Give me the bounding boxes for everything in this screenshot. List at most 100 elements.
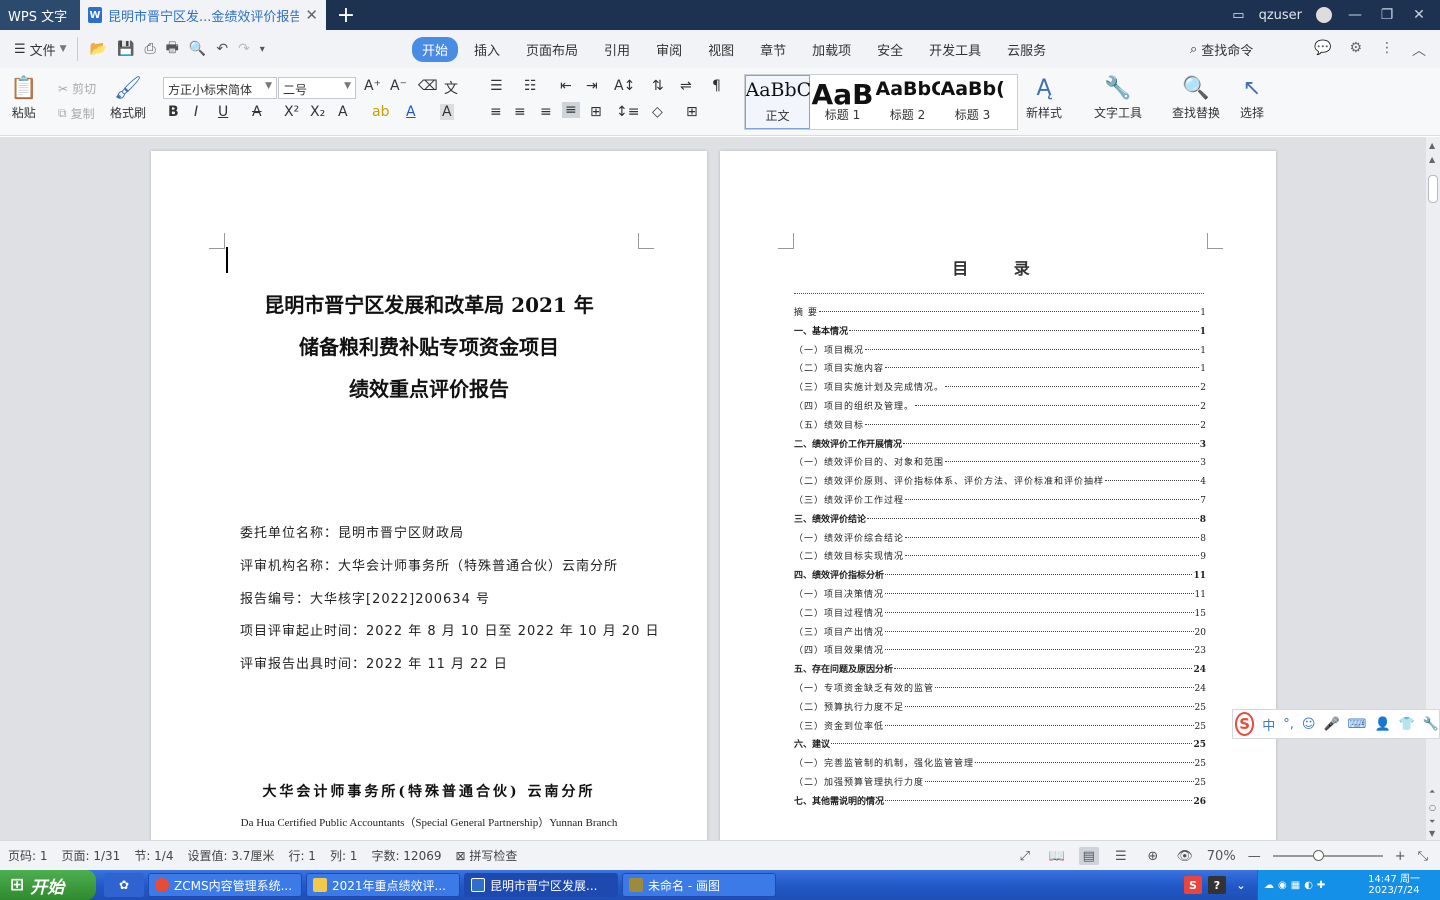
increase-font-icon[interactable]: A⁺ bbox=[364, 78, 381, 94]
tray-arrow-icon[interactable]: ⌄ bbox=[1232, 876, 1250, 894]
toc-entry[interactable]: 二、绩效评价工作开展情况 3 bbox=[794, 437, 1206, 456]
prev-page-icon[interactable]: ⏶ bbox=[1429, 787, 1435, 797]
toc-entry[interactable]: （二）绩效评价原则、评价指标体系、评价方法、评价标准和评价抽样 4 bbox=[794, 474, 1206, 493]
ime-mode[interactable]: 中 bbox=[1262, 715, 1275, 734]
font-color-icon[interactable]: A bbox=[406, 104, 416, 120]
phonetic-icon[interactable]: 文 bbox=[444, 78, 458, 98]
subscript-icon[interactable]: X₂ bbox=[310, 104, 325, 120]
toc-entry[interactable]: （三）项目产出情况 20 bbox=[794, 625, 1206, 644]
eye-protection-icon[interactable]: 👁 bbox=[1175, 847, 1195, 865]
toc-entry[interactable]: （四）项目的组织及管理。 2 bbox=[794, 399, 1206, 418]
search-command[interactable]: ⌕ 查找命令 bbox=[1190, 40, 1253, 59]
highlight-icon[interactable]: ab bbox=[372, 104, 389, 120]
toc-entry[interactable]: 六、建议 25 bbox=[794, 737, 1206, 756]
toc-entry[interactable]: （一）绩效评价目的、对象和范围 3 bbox=[794, 455, 1206, 474]
align-right-icon[interactable]: ≡ bbox=[540, 104, 552, 120]
document-tab[interactable]: W 昆明市晋宁区发...金绩效评价报告 ✕ bbox=[80, 0, 326, 30]
fullscreen-icon[interactable]: ⤢ bbox=[1015, 847, 1035, 865]
security-tray-icon[interactable]: ◉ bbox=[1278, 880, 1287, 891]
paste-button[interactable]: 📋 粘贴 bbox=[10, 74, 37, 121]
clear-format-icon[interactable]: ⌫ bbox=[418, 78, 438, 94]
char-shading-icon[interactable]: A bbox=[440, 104, 454, 120]
save-icon[interactable]: 💾 bbox=[117, 41, 134, 57]
taskbar-item-folder[interactable]: 2021年重点绩效评... bbox=[306, 873, 460, 897]
align-center-icon[interactable]: ≡ bbox=[514, 104, 526, 120]
align-left-icon[interactable]: ≡ bbox=[490, 104, 502, 120]
undo-icon[interactable]: ↶ bbox=[216, 41, 228, 57]
print-preview-icon[interactable]: 🔍 bbox=[189, 41, 206, 57]
text-direction-icon[interactable]: A↕ bbox=[614, 78, 635, 94]
page-toc[interactable]: 目 录 摘 要 1 一、基本情况 1 （一）项目概况 1 （二）项目实施内容 1 （三）项目实施… bbox=[720, 151, 1276, 840]
copy-button[interactable]: ⧉ 复制 bbox=[58, 105, 95, 122]
bold-icon[interactable]: B bbox=[168, 104, 179, 120]
web-view-icon[interactable]: ⊕ bbox=[1143, 847, 1163, 865]
help-tray-icon[interactable]: ? bbox=[1208, 876, 1226, 894]
fit-page-icon[interactable]: ⤡ bbox=[1418, 849, 1428, 864]
toc-entry[interactable]: （二）绩效目标实现情况 9 bbox=[794, 549, 1206, 568]
user-name[interactable]: qzuser bbox=[1259, 8, 1302, 23]
tab-addins[interactable]: 加载项 bbox=[802, 37, 861, 62]
clock[interactable]: 14:47 周一 2023/7/24 bbox=[1368, 874, 1420, 896]
select-button[interactable]: ↖ 选择 bbox=[1240, 74, 1264, 121]
taskbar-item-wps[interactable]: 昆明市晋宁区发展... bbox=[464, 873, 618, 897]
zoom-level[interactable]: 70% bbox=[1207, 849, 1236, 864]
keyboard-icon[interactable]: ⌨ bbox=[1348, 717, 1367, 732]
toc-entry[interactable]: （一）项目概况 1 bbox=[794, 343, 1206, 362]
new-style-button[interactable]: Ą 新样式 bbox=[1026, 74, 1062, 121]
outline-view-icon[interactable]: ☰ bbox=[1111, 847, 1131, 865]
tab-references[interactable]: 引用 bbox=[594, 37, 640, 62]
redo-icon[interactable]: ↷ bbox=[238, 41, 250, 57]
text-tools-button[interactable]: 🔧 文字工具 bbox=[1094, 74, 1142, 121]
skin-icon[interactable]: 👕 bbox=[1399, 717, 1415, 732]
tab-page-layout[interactable]: 页面布局 bbox=[516, 37, 588, 62]
toc-entry[interactable]: 三、绩效评价结论 8 bbox=[794, 512, 1206, 531]
page-view-icon[interactable]: ▤ bbox=[1078, 847, 1099, 865]
comment-icon[interactable]: 💬 bbox=[1314, 40, 1331, 60]
scroll-up-icon[interactable]: ▲ bbox=[1429, 141, 1435, 150]
update-tray-icon[interactable]: ✚ bbox=[1317, 880, 1325, 891]
toc-entry[interactable]: （二）项目实施内容 1 bbox=[794, 361, 1206, 380]
zoom-slider-knob[interactable] bbox=[1312, 850, 1324, 861]
text-effect-icon[interactable]: A bbox=[338, 104, 348, 120]
style-heading-2[interactable]: AaBbC 标题 2 bbox=[875, 75, 940, 129]
user-avatar[interactable] bbox=[1316, 7, 1332, 23]
format-painter-button[interactable]: 🖌 格式刷 bbox=[110, 74, 146, 121]
next-page-icon[interactable]: ⏷ bbox=[1429, 817, 1435, 827]
open-icon[interactable]: 📂 bbox=[90, 41, 107, 57]
tab-security[interactable]: 安全 bbox=[867, 37, 913, 62]
toc-entry[interactable]: （一）完善监管制的机制，强化监管管理 25 bbox=[794, 756, 1206, 775]
ime-toolbar[interactable]: S 中 °, ☺ 🎤 ⌨ 👤 👕 🔧 bbox=[1232, 709, 1440, 739]
tab-insert[interactable]: 插入 bbox=[464, 37, 510, 62]
close-tab-icon[interactable]: ✕ bbox=[305, 6, 318, 24]
start-button[interactable]: ⊞ 开始 bbox=[0, 870, 96, 900]
page-cover[interactable]: 昆明市晋宁区发展和改革局 2021 年 储备粮利费补贴专项资金项目 绩效重点评价… bbox=[151, 151, 707, 840]
status-setting[interactable]: 设置值: 3.7厘米 bbox=[187, 847, 274, 864]
taskbar-item-paint[interactable]: 未命名 - 画图 bbox=[622, 873, 776, 897]
app-tab[interactable]: WPS 文字 bbox=[0, 0, 80, 30]
tab-developer[interactable]: 开发工具 bbox=[919, 37, 991, 62]
toc-entry[interactable]: 四、绩效评价指标分析 11 bbox=[794, 568, 1206, 587]
punctuation-icon[interactable]: °, bbox=[1283, 717, 1294, 732]
quick-launch-icon[interactable]: ✿ bbox=[104, 873, 144, 897]
toc-entry[interactable]: 一、基本情况 1 bbox=[794, 324, 1206, 343]
justify-icon[interactable]: ≡ bbox=[562, 102, 580, 118]
zoom-in-icon[interactable]: + bbox=[1395, 849, 1406, 864]
font-size-select[interactable]: 二号 ▼ bbox=[278, 77, 356, 99]
toc-entry[interactable]: （三）资金到位率低 25 bbox=[794, 719, 1206, 738]
toc-entry[interactable]: （三）项目实施计划及完成情况。 2 bbox=[794, 380, 1206, 399]
export-pdf-icon[interactable]: ⎙ bbox=[144, 41, 155, 57]
sogou-tray-icon[interactable]: S bbox=[1184, 876, 1202, 894]
cloud-tray-icon[interactable]: ☁ bbox=[1264, 880, 1274, 891]
toc-entry[interactable]: （二）项目过程情况 15 bbox=[794, 606, 1206, 625]
reading-view-icon[interactable]: 📖 bbox=[1047, 847, 1067, 865]
close-window-button[interactable]: ✕ bbox=[1410, 7, 1428, 23]
zoom-out-icon[interactable]: — bbox=[1248, 849, 1261, 864]
decrease-indent-icon[interactable]: ⇤ bbox=[560, 78, 572, 94]
paragraph-spacing-icon[interactable]: ⇌ bbox=[680, 78, 692, 94]
toc-entry[interactable]: 五、存在问题及原因分析 24 bbox=[794, 662, 1206, 681]
style-normal[interactable]: AaBbC 正文 bbox=[745, 75, 810, 129]
wrench-icon[interactable]: 🔧 bbox=[1423, 717, 1439, 732]
volume-tray-icon[interactable]: ◐ bbox=[1304, 880, 1313, 891]
toc-entry[interactable]: （一）专项资金缺乏有效的监管 24 bbox=[794, 681, 1206, 700]
new-tab-button[interactable]: + bbox=[326, 0, 366, 30]
